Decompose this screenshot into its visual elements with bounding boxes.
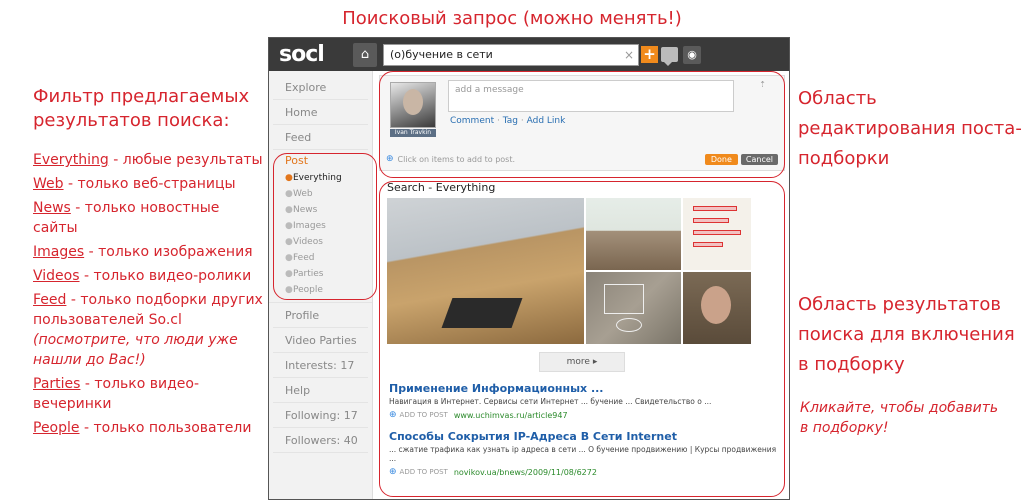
sidebar-item-explore[interactable]: Explore xyxy=(273,75,368,100)
top-bar: socl ⌂ (о)бучение в сети × + ◉ xyxy=(269,38,789,71)
sidebar-item-profile[interactable]: Profile xyxy=(273,303,368,328)
highlight-filter-area xyxy=(273,153,377,300)
sidebar-item-help[interactable]: Help xyxy=(273,378,368,403)
highlight-results-area xyxy=(379,181,785,497)
filter-note-web: Web - только веб-страницы xyxy=(33,176,236,192)
search-input[interactable]: (о)бучение в сети xyxy=(390,48,624,61)
filter-note-people: People - только пользователи xyxy=(33,420,252,436)
globe-icon[interactable]: ◉ xyxy=(683,45,701,64)
filter-note-parties: Parties - только видео-вечеринки xyxy=(33,376,200,412)
sidebar-item-interests[interactable]: Interests: 17 xyxy=(273,353,368,378)
annotation-click-hint: Кликайте, чтобы добавить в подборку! xyxy=(800,400,999,436)
clear-icon[interactable]: × xyxy=(624,48,634,62)
filter-note-everything: Everything - любые результаты xyxy=(33,152,263,168)
sidebar-item-video-parties[interactable]: Video Parties xyxy=(273,328,368,353)
sidebar-item-following[interactable]: Following: 17 xyxy=(273,403,368,428)
annotation-results-area: Область результатов поиска для включения… xyxy=(798,294,1015,375)
sidebar-item-home[interactable]: Home xyxy=(273,100,368,125)
filter-note-news: News - только новостные сайты xyxy=(33,200,220,236)
highlight-edit-area xyxy=(379,71,785,178)
filter-note-feed: Feed - только подборки других пользовате… xyxy=(33,292,263,368)
chat-icon[interactable] xyxy=(661,47,678,66)
search-box[interactable]: (о)бучение в сети × xyxy=(383,43,639,66)
annotation-filter-title: Фильтр предлагаемых результатов поиска: xyxy=(33,86,250,131)
annotation-filter-list: Everything - любые результаты Web - толь… xyxy=(33,150,263,442)
sidebar-item-feed[interactable]: Feed xyxy=(273,125,368,150)
filter-note-images: Images - только изображения xyxy=(33,244,253,260)
annotation-search-query: Поисковый запрос (можно менять!) xyxy=(342,8,682,29)
sidebar-item-followers[interactable]: Followers: 40 xyxy=(273,428,368,453)
annotation-edit-area: Область редактирования поста-подборки xyxy=(798,88,1022,169)
filter-note-videos: Videos - только видео-ролики xyxy=(33,268,252,284)
add-post-icon[interactable]: + xyxy=(641,46,658,63)
socl-logo[interactable]: socl xyxy=(279,38,353,71)
home-icon[interactable]: ⌂ xyxy=(353,42,377,67)
